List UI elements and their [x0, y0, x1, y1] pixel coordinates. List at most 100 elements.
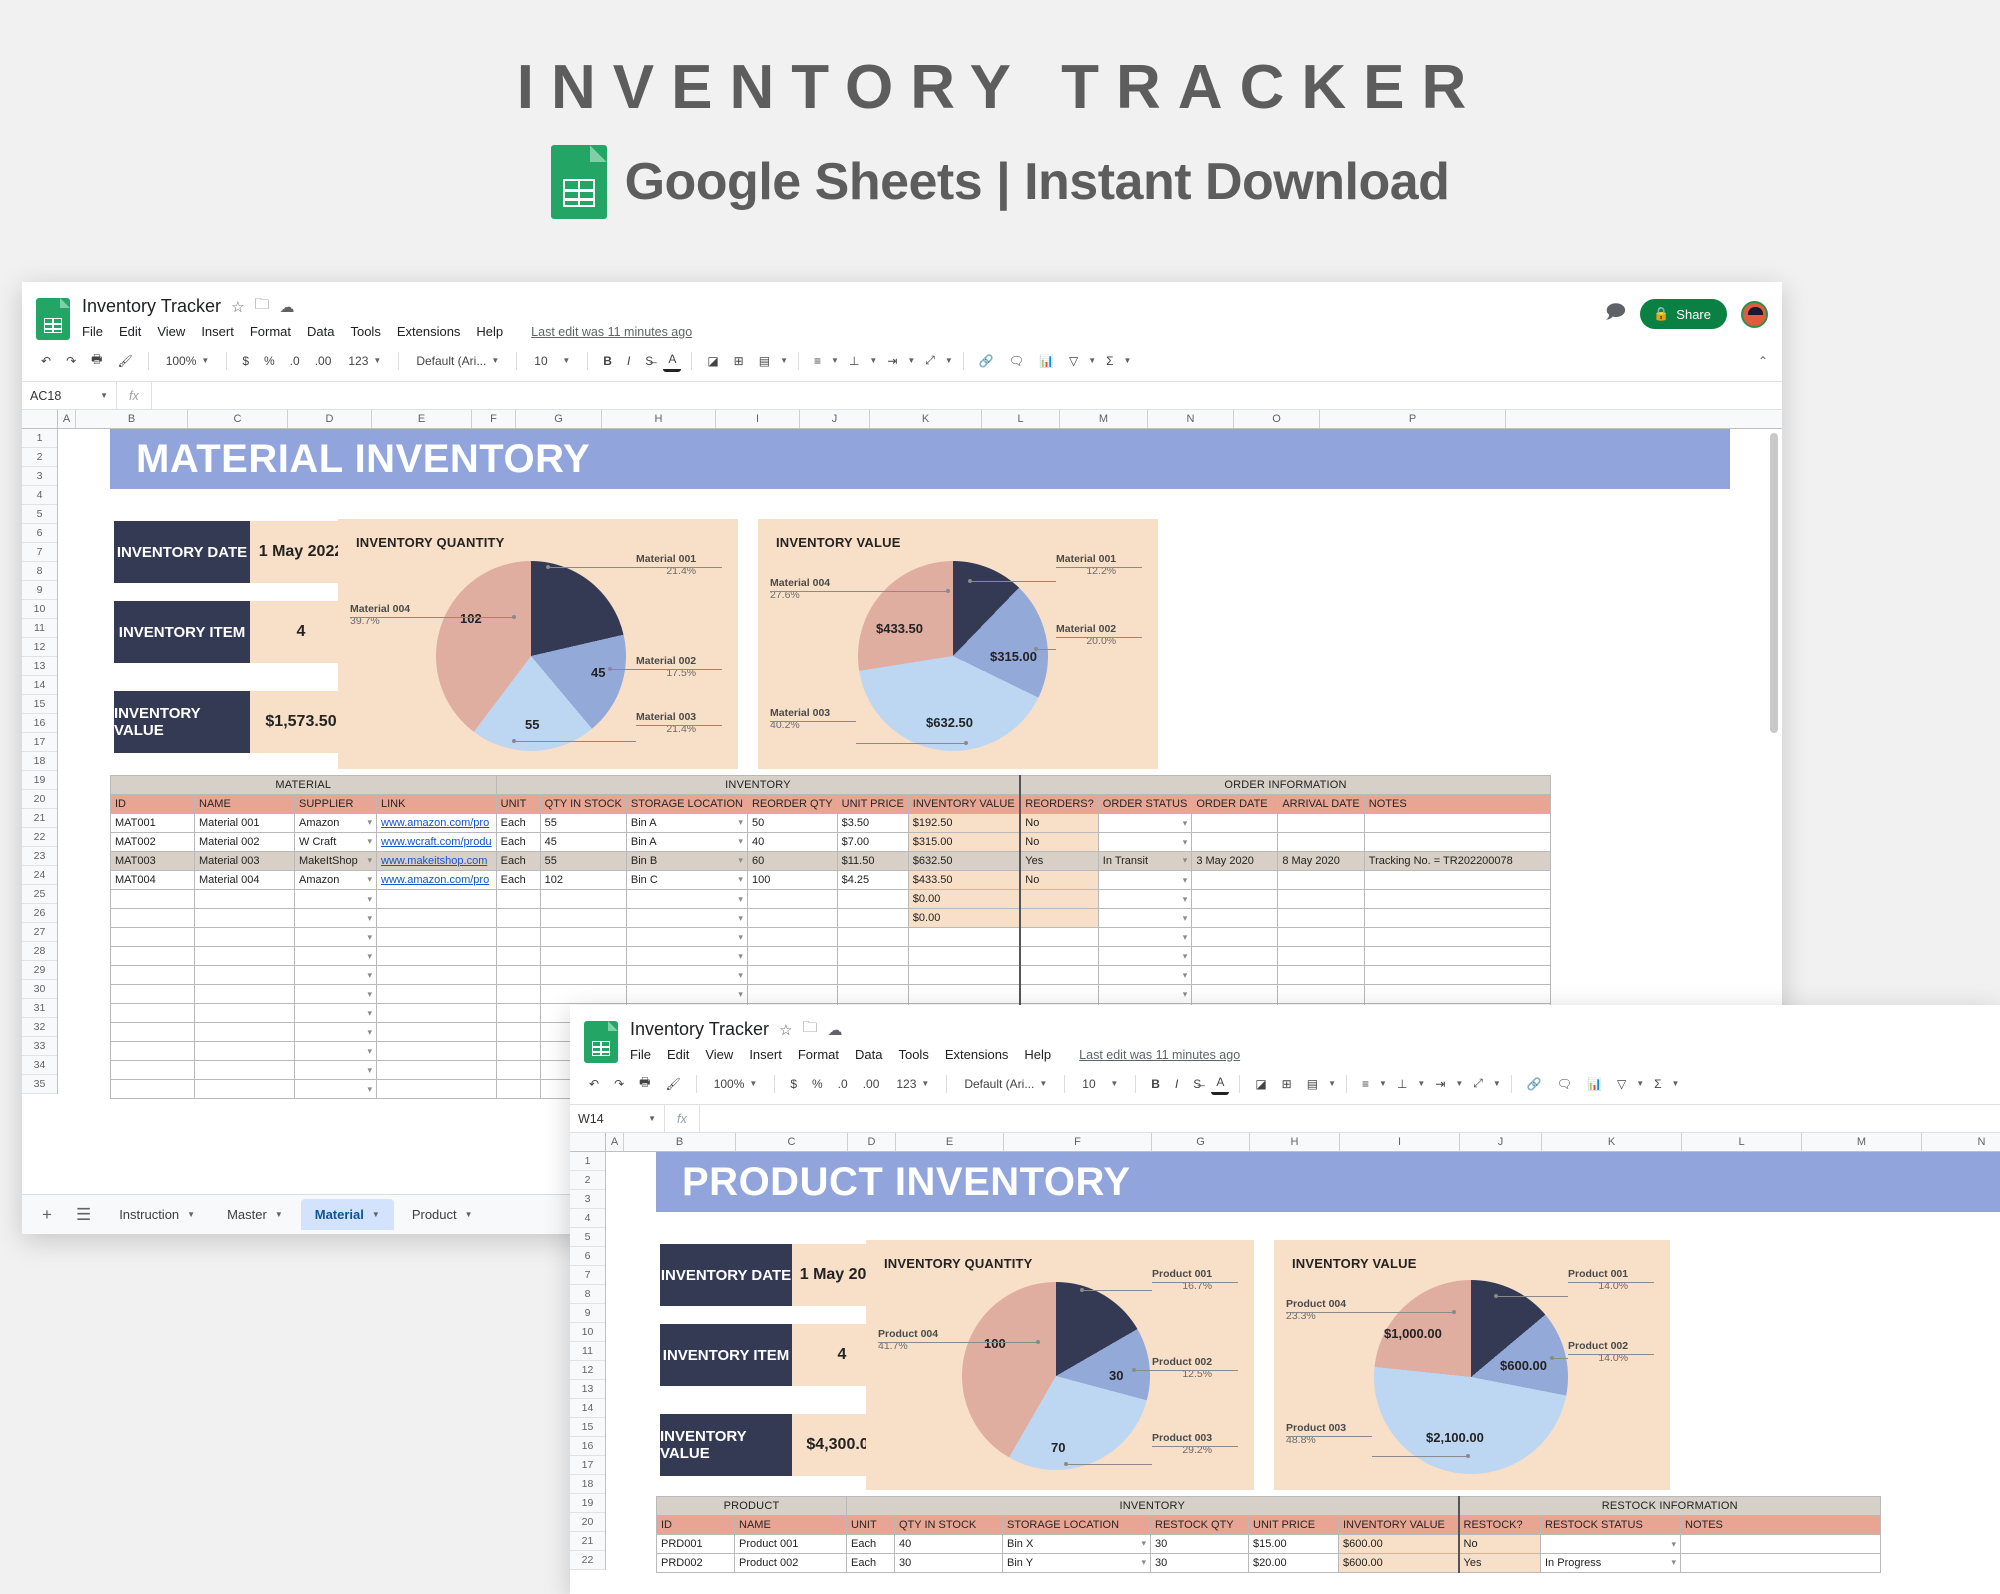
print-icon[interactable]: 🖶 — [86, 347, 107, 374]
vertical-align-icon[interactable]: ⊥ — [1392, 1074, 1412, 1094]
cell-inventory-value[interactable] — [907, 965, 1022, 985]
cell-id[interactable]: MAT003 — [110, 851, 195, 871]
cell-supplier[interactable]: W Craft — [294, 832, 377, 852]
cell-order-date[interactable] — [1191, 832, 1279, 852]
cell-restock-status[interactable] — [1540, 1534, 1681, 1554]
row-header-20[interactable]: 20 — [570, 1513, 605, 1532]
cell-arrival-date[interactable] — [1277, 984, 1365, 1004]
row-header-2[interactable]: 2 — [570, 1171, 605, 1190]
add-sheet-icon[interactable]: + — [32, 1205, 62, 1225]
table-row[interactable] — [110, 965, 1551, 985]
table-row[interactable]: MAT002 Material 002 W Craft www.wcraft.c… — [110, 832, 1551, 852]
cell-qty[interactable]: 55 — [539, 851, 627, 871]
font-selector[interactable]: Default (Ari... ▼ — [409, 350, 506, 372]
menu-file[interactable]: File — [82, 324, 103, 339]
column-header-N[interactable]: N — [1148, 410, 1234, 428]
row-header-10[interactable]: 10 — [570, 1323, 605, 1342]
row-header-7[interactable]: 7 — [570, 1266, 605, 1285]
font-size-selector[interactable]: 10 ▼ — [1075, 1073, 1125, 1095]
row-header-16[interactable]: 16 — [22, 714, 57, 733]
col-restock[interactable]: RESTOCK? — [1458, 1515, 1541, 1535]
cell-link[interactable] — [376, 889, 497, 909]
row-header-7[interactable]: 7 — [22, 543, 57, 562]
number-format-selector[interactable]: 123 ▼ — [889, 1073, 936, 1095]
last-edit-status[interactable]: Last edit was 11 minutes ago — [531, 325, 692, 339]
cell-reorders[interactable] — [1019, 927, 1099, 947]
menu-extensions[interactable]: Extensions — [945, 1047, 1009, 1062]
column-header-F[interactable]: F — [1004, 1133, 1152, 1151]
cell-supplier[interactable] — [294, 1022, 377, 1042]
insert-chart-icon[interactable]: 📊 — [1582, 1074, 1607, 1094]
sheet-tab-product[interactable]: Product ▼ — [398, 1199, 487, 1230]
fill-color-icon[interactable]: ◪ — [702, 351, 723, 371]
cell-order-status[interactable] — [1097, 965, 1193, 985]
material-sheet-canvas[interactable]: MATERIAL INVENTORY Keep track of your ma… — [58, 429, 1782, 1099]
row-header-33[interactable]: 33 — [22, 1037, 57, 1056]
column-header-G[interactable]: G — [1152, 1133, 1250, 1151]
cell-unit-price[interactable]: $4.25 — [836, 870, 909, 890]
cell-order-date[interactable] — [1191, 984, 1279, 1004]
column-header-E[interactable]: E — [896, 1133, 1004, 1151]
column-header-K[interactable]: K — [1542, 1133, 1682, 1151]
cell-link[interactable] — [376, 1060, 497, 1080]
cell-inventory-value[interactable]: $0.00 — [907, 889, 1022, 909]
cell-unit[interactable]: Each — [495, 870, 541, 890]
row-header-2[interactable]: 2 — [22, 448, 57, 467]
cell-notes[interactable] — [1363, 889, 1551, 909]
cell-arrival-date[interactable]: 8 May 2020 — [1277, 851, 1365, 871]
redo-icon[interactable]: ↷ — [609, 1074, 629, 1094]
row-header-9[interactable]: 9 — [22, 581, 57, 600]
cell-restock[interactable]: No — [1458, 1534, 1541, 1554]
row-header-18[interactable]: 18 — [570, 1475, 605, 1494]
column-header-I[interactable]: I — [716, 410, 800, 428]
cell-supplier[interactable] — [294, 965, 377, 985]
product-grid[interactable]: ABCDEFGHIJKLMN 1 2 3 4 5 6 7 8 9 10 11 12 13 14 15 16 17… — [570, 1133, 2000, 1594]
row-header-4[interactable]: 4 — [22, 486, 57, 505]
last-edit-status[interactable]: Last edit was 11 minutes ago — [1079, 1048, 1240, 1062]
sheet-tab-material[interactable]: Material ▼ — [300, 1199, 394, 1230]
column-header-H[interactable]: H — [1250, 1133, 1340, 1151]
menu-insert[interactable]: Insert — [749, 1047, 782, 1062]
cell-name[interactable]: Material 004 — [194, 870, 295, 890]
cell-unit-price[interactable]: $20.00 — [1248, 1553, 1339, 1573]
chart-material-inventory-value[interactable]: INVENTORY VALUE $433.50 $315.00 $632.50 … — [758, 519, 1158, 769]
product-data-table[interactable]: PRODUCT INVENTORY RESTOCK INFORMATION ID… — [656, 1496, 1881, 1573]
col-name[interactable]: NAME — [194, 794, 295, 814]
row-header-12[interactable]: 12 — [22, 638, 57, 657]
sheet-tab-master[interactable]: Master ▼ — [213, 1199, 297, 1230]
menu-data[interactable]: Data — [855, 1047, 882, 1062]
cell-order-date[interactable] — [1191, 927, 1279, 947]
row-header-30[interactable]: 30 — [22, 980, 57, 999]
col-reorders[interactable]: REORDERS? — [1019, 794, 1099, 814]
horizontal-align-icon[interactable]: ≡ — [1357, 1074, 1374, 1094]
row-header-21[interactable]: 21 — [22, 809, 57, 828]
cell-unit-price[interactable] — [836, 908, 909, 928]
cell-notes[interactable] — [1363, 965, 1551, 985]
increase-decimal-icon[interactable]: .00 — [310, 351, 337, 371]
row-header-5[interactable]: 5 — [570, 1228, 605, 1247]
column-header-L[interactable]: L — [1682, 1133, 1802, 1151]
row-header-14[interactable]: 14 — [22, 676, 57, 695]
cell-qty[interactable]: 102 — [539, 870, 627, 890]
row-header-19[interactable]: 19 — [22, 771, 57, 790]
column-header-J[interactable]: J — [800, 410, 870, 428]
cell-unit[interactable] — [495, 889, 541, 909]
row-header-11[interactable]: 11 — [22, 619, 57, 638]
row-header-23[interactable]: 23 — [22, 847, 57, 866]
cell-notes[interactable] — [1363, 946, 1551, 966]
cell-link[interactable] — [376, 984, 497, 1004]
filter-icon[interactable]: ▽ — [1612, 1074, 1631, 1094]
row-header-35[interactable]: 35 — [22, 1075, 57, 1094]
row-header-1[interactable]: 1 — [22, 429, 57, 448]
cell-storage[interactable]: Bin A — [625, 813, 748, 833]
column-header-G[interactable]: G — [516, 410, 602, 428]
cell-inventory-value[interactable] — [907, 984, 1022, 1004]
col-supplier[interactable]: SUPPLIER — [294, 794, 377, 814]
kpi-value[interactable]: 1 May 2022 — [250, 521, 352, 583]
cell-order-date[interactable] — [1191, 908, 1279, 928]
cell-unit[interactable] — [495, 1003, 541, 1023]
row-header-12[interactable]: 12 — [570, 1361, 605, 1380]
cell-name[interactable] — [194, 1060, 295, 1080]
chart-material-inventory-quantity[interactable]: INVENTORY QUANTITY 102 45 55 Material 00… — [338, 519, 738, 769]
column-header-D[interactable]: D — [288, 410, 372, 428]
